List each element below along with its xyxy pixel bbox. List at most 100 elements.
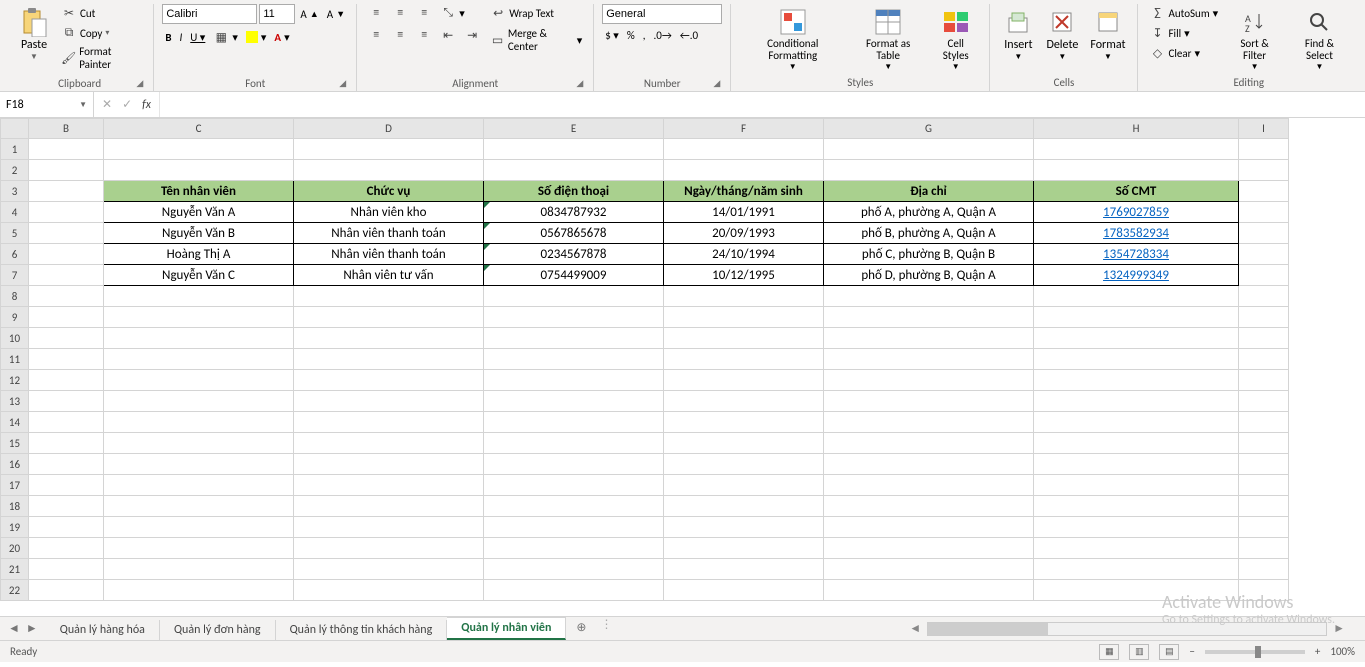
cell-H3[interactable]: Số CMT (1034, 181, 1239, 202)
cell-D16[interactable] (294, 454, 484, 475)
align-middle-button[interactable]: ≡ (389, 4, 411, 22)
cell-G7[interactable]: phố D, phường B, Quận A (824, 265, 1034, 286)
wrap-text-button[interactable]: ↩ Wrap Text (487, 4, 585, 22)
cell-H14[interactable] (1034, 412, 1239, 433)
row-header-10[interactable]: 10 (1, 328, 29, 349)
cell-G5[interactable]: phố B, phường A, Quận A (824, 223, 1034, 244)
sheet-tab-0[interactable]: Quản lý hàng hóa (46, 620, 160, 640)
cell-C12[interactable] (104, 370, 294, 391)
cell-H15[interactable] (1034, 433, 1239, 454)
hscroll-left[interactable]: ◄ (909, 621, 921, 636)
cell-B16[interactable] (29, 454, 104, 475)
cell-D2[interactable] (294, 160, 484, 181)
cell-B3[interactable] (29, 181, 104, 202)
cell-H12[interactable] (1034, 370, 1239, 391)
cell-F12[interactable] (664, 370, 824, 391)
cell-F22[interactable] (664, 580, 824, 601)
find-select-button[interactable]: Find & Select▼ (1288, 4, 1351, 74)
cell-I11[interactable] (1239, 349, 1289, 370)
cell-B9[interactable] (29, 307, 104, 328)
cell-B4[interactable] (29, 202, 104, 223)
row-header-17[interactable]: 17 (1, 475, 29, 496)
row-header-13[interactable]: 13 (1, 391, 29, 412)
cell-G13[interactable] (824, 391, 1034, 412)
cell-B21[interactable] (29, 559, 104, 580)
row-header-9[interactable]: 9 (1, 307, 29, 328)
cell-G16[interactable] (824, 454, 1034, 475)
cell-C18[interactable] (104, 496, 294, 517)
cell-B8[interactable] (29, 286, 104, 307)
orientation-button[interactable]: ⤡▾ (437, 4, 468, 22)
cell-C21[interactable] (104, 559, 294, 580)
cell-H8[interactable] (1034, 286, 1239, 307)
cell-E7[interactable]: 0754499009 (484, 265, 664, 286)
cell-B6[interactable] (29, 244, 104, 265)
increase-decimal-button[interactable]: .0→ (650, 28, 674, 43)
cell-B10[interactable] (29, 328, 104, 349)
cell-D9[interactable] (294, 307, 484, 328)
increase-font-button[interactable]: A▲ (297, 7, 321, 22)
column-header-C[interactable]: C (104, 119, 294, 139)
paste-button[interactable]: Paste ▼ (14, 4, 54, 64)
align-bottom-button[interactable]: ≡ (413, 4, 435, 22)
cell-E3[interactable]: Số điện thoại (484, 181, 664, 202)
font-name-select[interactable] (162, 4, 257, 24)
cell-G2[interactable] (824, 160, 1034, 181)
cell-B13[interactable] (29, 391, 104, 412)
cell-H2[interactable] (1034, 160, 1239, 181)
font-dialog-launcher[interactable]: ◢ (162, 78, 348, 89)
cell-E2[interactable] (484, 160, 664, 181)
cell-G21[interactable] (824, 559, 1034, 580)
sheet-tab-1[interactable]: Quản lý đơn hàng (160, 620, 276, 640)
conditional-formatting-button[interactable]: Conditional Formatting▼ (739, 4, 846, 74)
cell-C20[interactable] (104, 538, 294, 559)
cell-E22[interactable] (484, 580, 664, 601)
cell-F2[interactable] (664, 160, 824, 181)
cell-F13[interactable] (664, 391, 824, 412)
cell-F7[interactable]: 10/12/1995 (664, 265, 824, 286)
cell-D3[interactable]: Chức vụ (294, 181, 484, 202)
cell-C1[interactable] (104, 139, 294, 160)
enter-formula-button[interactable]: ✓ (122, 97, 132, 112)
horizontal-scrollbar[interactable] (927, 622, 1327, 636)
cell-D21[interactable] (294, 559, 484, 580)
cell-G12[interactable] (824, 370, 1034, 391)
cell-F18[interactable] (664, 496, 824, 517)
sort-filter-button[interactable]: AZ Sort & Filter▼ (1225, 4, 1284, 74)
tab-nav-next[interactable]: ► (26, 621, 38, 636)
decrease-font-button[interactable]: A▼ (324, 7, 348, 22)
cell-E10[interactable] (484, 328, 664, 349)
cell-F15[interactable] (664, 433, 824, 454)
bold-button[interactable]: B (162, 30, 174, 45)
align-right-button[interactable]: ≡ (413, 26, 435, 44)
column-header-D[interactable]: D (294, 119, 484, 139)
cell-C14[interactable] (104, 412, 294, 433)
alignment-dialog-launcher[interactable]: ◢ (365, 78, 585, 89)
row-header-12[interactable]: 12 (1, 370, 29, 391)
cell-F16[interactable] (664, 454, 824, 475)
cell-C5[interactable]: Nguyễn Văn B (104, 223, 294, 244)
cell-G15[interactable] (824, 433, 1034, 454)
increase-indent-button[interactable]: ⇥ (461, 26, 483, 44)
cell-I17[interactable] (1239, 475, 1289, 496)
cell-H22[interactable] (1034, 580, 1239, 601)
cell-B17[interactable] (29, 475, 104, 496)
cell-E13[interactable] (484, 391, 664, 412)
cell-E1[interactable] (484, 139, 664, 160)
column-header-G[interactable]: G (824, 119, 1034, 139)
cell-E12[interactable] (484, 370, 664, 391)
tab-nav-prev[interactable]: ◄ (8, 621, 20, 636)
cell-C3[interactable]: Tên nhân viên (104, 181, 294, 202)
cell-F4[interactable]: 14/01/1991 (664, 202, 824, 223)
cell-B14[interactable] (29, 412, 104, 433)
cell-D11[interactable] (294, 349, 484, 370)
row-header-3[interactable]: 3 (1, 181, 29, 202)
cell-C15[interactable] (104, 433, 294, 454)
cell-D1[interactable] (294, 139, 484, 160)
cell-D5[interactable]: Nhân viên thanh toán (294, 223, 484, 244)
clear-button[interactable]: ◇Clear ▾ (1146, 44, 1221, 62)
copy-button[interactable]: ⧉ Copy ▾ (58, 24, 145, 42)
cell-H7[interactable]: 1324999349 (1034, 265, 1239, 286)
cell-I9[interactable] (1239, 307, 1289, 328)
cell-D15[interactable] (294, 433, 484, 454)
